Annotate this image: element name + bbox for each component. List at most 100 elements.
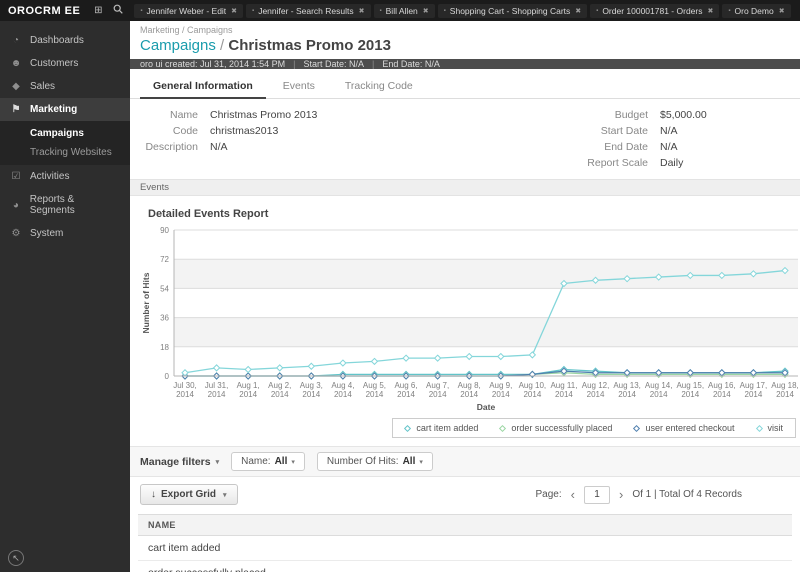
end-date-label: End Date (604, 141, 648, 153)
pinned-tab-label: Bill Allen (385, 5, 418, 16)
close-icon[interactable]: ✖ (423, 7, 429, 15)
pinned-tab-shopping-cart[interactable]: ▪ Shopping Cart - Shopping Carts ✖ (437, 3, 588, 18)
download-icon: ↓ (151, 489, 156, 500)
pinned-tab-bill-allen[interactable]: ▪ Bill Allen ✖ (373, 3, 435, 18)
chevron-down-icon: ▾ (223, 491, 227, 499)
pin-icon: ▪ (252, 7, 255, 14)
name-label: Name (169, 109, 198, 121)
pinned-tab-label: Order 100001781 - Orders (602, 5, 703, 16)
code-value: christmas2013 (210, 125, 279, 137)
manage-filters-button[interactable]: Manage filters ▾ (140, 456, 219, 468)
svg-text:Date: Date (477, 402, 496, 412)
pinned-tab-label: Oro Demo (734, 5, 774, 16)
next-page-button[interactable]: › (617, 488, 625, 501)
events-line-chart: 0 18 36 54 72 90 Jul 30, 2014 Jul 31, 2014 Aug 1, 2… (141, 226, 798, 412)
svg-text:Aug 16,2014: Aug 16, 2014 (708, 381, 736, 399)
svg-text:Aug 10,2014: Aug 10, 2014 (519, 381, 547, 399)
svg-text:72: 72 (160, 255, 169, 264)
svg-text:Aug 3,2014: Aug 3, 2014 (300, 381, 323, 399)
sidebar-item-sales[interactable]: ◆ Sales (0, 75, 130, 98)
sales-icon: ◆ (12, 81, 20, 92)
sidebar-collapse-button[interactable]: ↖ (8, 550, 24, 566)
breadcrumb[interactable]: Marketing / Campaigns (130, 21, 800, 35)
report-scale-value: Daily (660, 157, 684, 169)
close-icon[interactable]: ✖ (359, 7, 365, 15)
sidebar-item-marketing[interactable]: ⚑ Marketing (0, 98, 130, 121)
close-icon[interactable]: ✖ (231, 7, 237, 15)
name-value: Christmas Promo 2013 (210, 109, 318, 121)
manage-filters-label: Manage filters (140, 455, 211, 468)
legend-marker-icon (633, 424, 641, 432)
filter-name[interactable]: Name: All ▾ (231, 452, 305, 471)
tab-tracking-code[interactable]: Tracking Code (332, 75, 426, 98)
orocrm-logo[interactable]: OROCRM EE (0, 5, 88, 17)
legend-label: order successfully placed (511, 423, 613, 433)
search-icon[interactable] (108, 4, 128, 17)
legend-label: user entered checkout (645, 423, 735, 433)
filter-number-of-hits[interactable]: Number Of Hits: All ▾ (316, 452, 433, 471)
filter-hits-label: Number Of Hits: (326, 456, 399, 467)
pinned-tab-jennifer-weber-edit[interactable]: ▪ Jennifer Weber - Edit ✖ (134, 3, 244, 18)
sidebar-item-dashboards[interactable]: ◔ Dashboards (0, 29, 130, 52)
sidebar-item-label: Activities (30, 171, 70, 182)
svg-text:90: 90 (160, 226, 169, 235)
description-value: N/A (210, 141, 228, 153)
pinned-tab-oro-demo[interactable]: ▪ Oro Demo ✖ (722, 3, 791, 18)
export-grid-button[interactable]: ↓ Export Grid ▾ (140, 484, 238, 505)
filter-name-value: All (274, 456, 288, 467)
marketing-submenu: Campaigns Tracking Websites (0, 121, 130, 165)
start-date-value: N/A (660, 125, 678, 137)
sidebar-item-tracking-websites[interactable]: Tracking Websites (0, 143, 130, 162)
svg-text:Aug 8,2014: Aug 8, 2014 (458, 381, 481, 399)
svg-text:Aug 11,2014: Aug 11, 2014 (550, 381, 577, 399)
sidebar-item-customers[interactable]: ☻ Customers (0, 52, 130, 75)
campaigns-link[interactable]: Campaigns (140, 37, 216, 54)
svg-text:36: 36 (160, 314, 169, 323)
grid-toolbar: ↓ Export Grid ▾ Page: ‹ › Of 1 | Total O… (130, 477, 800, 512)
svg-text:Aug 15,2014: Aug 15, 2014 (676, 381, 704, 399)
pinned-tab-jennifer-search-results[interactable]: ▪ Jennifer - Search Results ✖ (246, 3, 371, 18)
column-header-name[interactable]: NAME (138, 515, 792, 536)
table-row[interactable]: cart item added (138, 536, 792, 561)
events-section-header[interactable]: Events (130, 179, 800, 196)
pinned-tab-order[interactable]: ▪ Order 100001781 - Orders ✖ (590, 3, 720, 18)
tab-events[interactable]: Events (270, 75, 328, 98)
page-label: Page: (535, 489, 562, 500)
budget-label: Budget (614, 109, 648, 121)
close-icon[interactable]: ✖ (779, 7, 785, 15)
close-icon[interactable]: ✖ (707, 7, 713, 15)
info-right-column: Budget $5,000.00 Start Date N/A End Date N/… (465, 107, 790, 171)
sidebar-item-system[interactable]: ⚙ System (0, 222, 130, 245)
customers-icon: ☻ (10, 58, 22, 69)
chevron-down-icon: ▾ (215, 458, 220, 466)
grid-menu-icon[interactable]: ⊞ (88, 5, 108, 16)
start-date-info: Start Date: N/A (303, 59, 364, 69)
svg-text:Aug 14,2014: Aug 14, 2014 (645, 381, 673, 399)
export-grid-label: Export Grid (161, 489, 217, 500)
previous-page-button[interactable]: ‹ (569, 488, 577, 501)
pinned-tab-label: Jennifer Weber - Edit (146, 5, 227, 16)
close-icon[interactable]: ✖ (575, 7, 581, 15)
grid-filter-bar: Manage filters ▾ Name: All ▾ Number Of H… (130, 446, 800, 477)
sidebar-item-reports-segments[interactable]: ◕ Reports & Segments (0, 188, 130, 222)
page-number-input[interactable] (583, 485, 610, 504)
start-date-label: Start Date (600, 125, 648, 137)
legend-item: visit (755, 423, 783, 433)
record-meta-bar: oro ui created: Jul 31, 2014 1:54 PM | S… (130, 59, 800, 69)
filter-name-label: Name: (241, 456, 271, 467)
svg-text:Aug 5,2014: Aug 5, 2014 (363, 381, 386, 399)
legend-marker-icon (404, 424, 412, 432)
reports-icon: ◕ (12, 199, 19, 211)
pinned-tab-label: Shopping Cart - Shopping Carts (449, 5, 571, 16)
budget-value: $5,000.00 (660, 109, 707, 121)
table-row[interactable]: order successfully placed (138, 561, 792, 572)
marketing-icon: ⚑ (11, 104, 21, 115)
sidebar-item-activities[interactable]: ☑ Activities (0, 165, 130, 188)
sidebar-item-label: System (30, 228, 64, 239)
title-separator: / (215, 37, 229, 54)
sidebar-item-campaigns[interactable]: Campaigns (0, 124, 130, 143)
report-scale-label: Report Scale (587, 157, 648, 169)
tab-general-information[interactable]: General Information (140, 75, 266, 99)
general-information-section: Name Christmas Promo 2013 Code christmas20… (130, 99, 800, 179)
svg-text:Aug 17,2014: Aug 17, 2014 (740, 381, 768, 399)
